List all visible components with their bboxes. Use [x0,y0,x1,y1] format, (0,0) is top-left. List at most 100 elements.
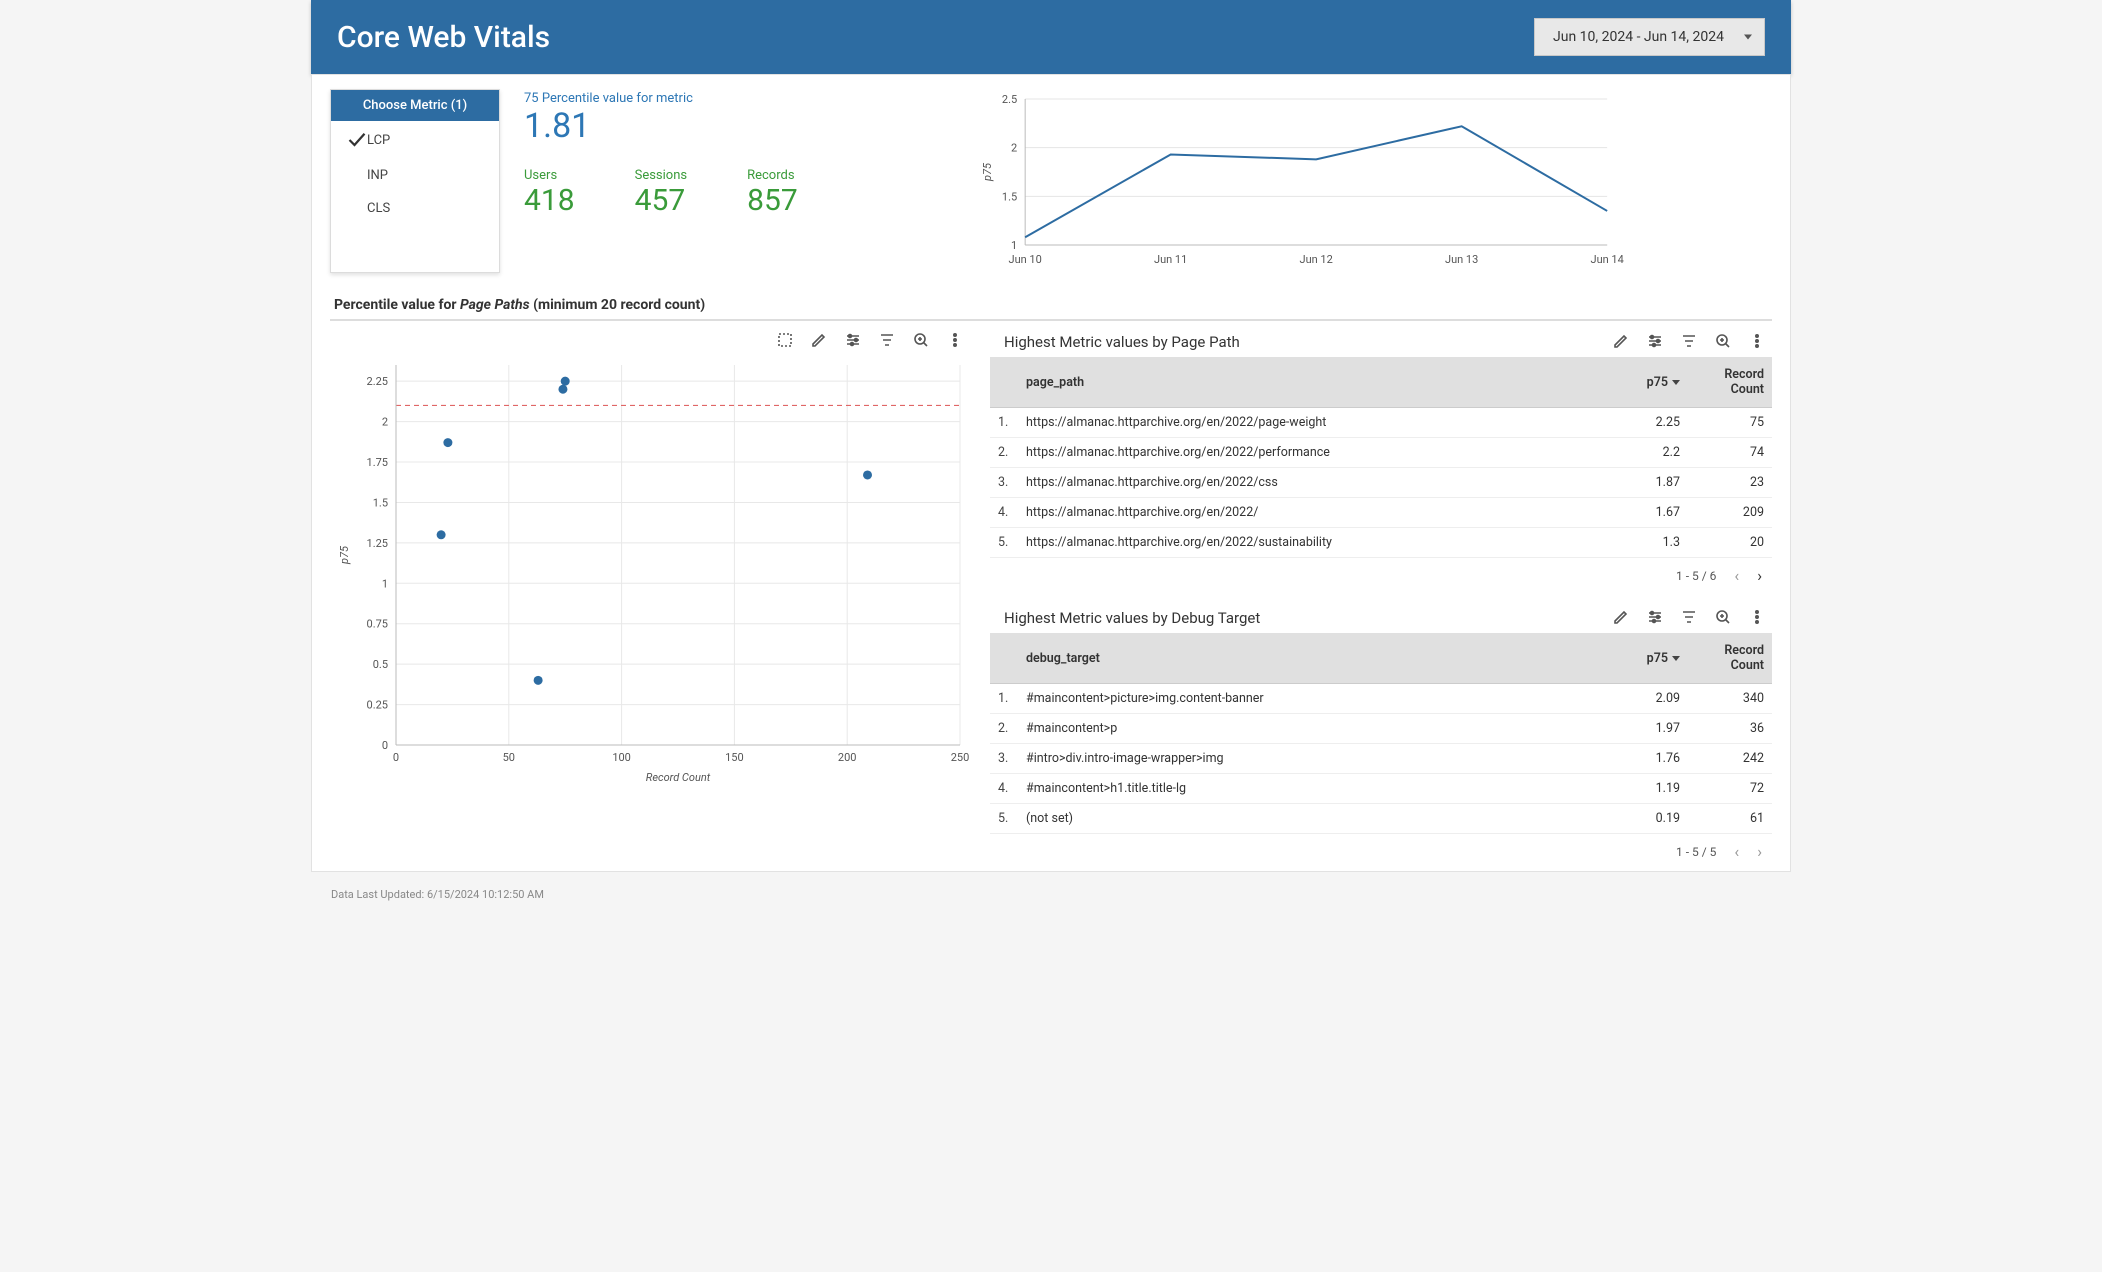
svg-text:0: 0 [382,739,388,752]
svg-text:100: 100 [612,751,631,764]
tune-icon[interactable] [1646,332,1664,350]
svg-text:1.75: 1.75 [367,456,388,469]
sessions-value: 457 [635,183,688,218]
row-count: 75 [1688,408,1772,438]
col-p75[interactable]: p75 [1618,633,1688,684]
row-path: https://almanac.httparchive.org/en/2022/ [1018,498,1618,528]
filter-icon[interactable] [878,331,896,349]
svg-text:0.75: 0.75 [367,618,388,631]
edit-icon[interactable] [1612,608,1630,626]
zoom-icon[interactable] [1714,608,1732,626]
svg-text:Jun 11: Jun 11 [1154,253,1187,266]
row-count: 242 [1688,744,1772,774]
metric-option-cls[interactable]: CLS [331,192,499,225]
row-p75: 1.19 [1618,774,1688,804]
p75-label: 75 Percentile value for metric [524,91,798,106]
row-count: 72 [1688,774,1772,804]
sessions-label: Sessions [635,168,688,183]
zoom-icon[interactable] [1714,332,1732,350]
row-p75: 2.2 [1618,438,1688,468]
pager-prev[interactable]: ‹ [1734,566,1739,585]
row-index: 3. [990,744,1018,774]
table-row[interactable]: 2.#maincontent>p1.9736 [990,714,1772,744]
svg-text:2.5: 2.5 [1002,93,1017,106]
svg-text:p75: p75 [981,162,994,182]
page-path-pager: 1 - 5 / 6 ‹ › [990,558,1772,587]
records-label: Records [747,168,798,183]
users-label: Users [524,168,575,183]
row-count: 20 [1688,528,1772,558]
row-index: 1. [990,684,1018,714]
metric-option-lcp[interactable]: LCP [331,121,499,159]
debug-target-table: debug_target p75 Record Count 1.#maincon… [990,633,1772,834]
table-row[interactable]: 3.https://almanac.httparchive.org/en/202… [990,468,1772,498]
select-area-icon[interactable] [776,331,794,349]
more-vert-icon[interactable] [1748,332,1766,350]
row-index: 2. [990,438,1018,468]
more-vert-icon[interactable] [946,331,964,349]
scatter-chart: 05010015020025000.250.50.7511.251.51.752… [330,355,970,785]
pager-next[interactable]: › [1757,842,1762,861]
svg-text:1.5: 1.5 [373,496,388,509]
row-p75: 2.25 [1618,408,1688,438]
svg-text:2.25: 2.25 [367,375,388,388]
date-range-picker[interactable]: Jun 10, 2024 - Jun 14, 2024 [1534,18,1765,56]
row-index: 3. [990,468,1018,498]
pager-prev[interactable]: ‹ [1734,842,1739,861]
row-p75: 1.97 [1618,714,1688,744]
tune-icon[interactable] [1646,608,1664,626]
section-title-post: (minimum 20 record count) [530,297,706,313]
pager-next[interactable]: › [1757,566,1762,585]
row-path: (not set) [1018,804,1618,834]
zoom-icon[interactable] [912,331,930,349]
records-value: 857 [747,183,798,218]
pager-range: 1 - 5 / 5 [1676,845,1716,859]
debug-target-table-block: Highest Metric values by Debug Target [990,605,1772,863]
row-path: #maincontent>picture>img.content-banner [1018,684,1618,714]
table-row[interactable]: 1.#maincontent>picture>img.content-banne… [990,684,1772,714]
svg-text:1: 1 [382,577,388,590]
page-path-table-block: Highest Metric values by Page Path [990,329,1772,587]
col-record-count[interactable]: Record Count [1688,357,1772,408]
page-title: Core Web Vitals [337,20,550,55]
tune-icon[interactable] [844,331,862,349]
svg-text:Jun 12: Jun 12 [1299,253,1332,266]
table-row[interactable]: 4.#maincontent>h1.title.title-lg1.1972 [990,774,1772,804]
svg-text:200: 200 [838,751,857,764]
table-row[interactable]: 3.#intro>div.intro-image-wrapper>img1.76… [990,744,1772,774]
divider [330,319,1772,321]
section-title: Percentile value for Page Paths (minimum… [334,297,1772,313]
col-record-count[interactable]: Record Count [1688,633,1772,684]
row-index: 4. [990,774,1018,804]
svg-text:2: 2 [1011,142,1017,155]
row-path: https://almanac.httparchive.org/en/2022/… [1018,528,1618,558]
row-path: https://almanac.httparchive.org/en/2022/… [1018,408,1618,438]
debug-target-pager: 1 - 5 / 5 ‹ › [990,834,1772,863]
svg-text:50: 50 [503,751,515,764]
section-title-em: Page Paths [460,297,530,313]
col-p75[interactable]: p75 [1618,357,1688,408]
svg-text:Jun 10: Jun 10 [1008,253,1041,266]
table-row[interactable]: 5.https://almanac.httparchive.org/en/202… [990,528,1772,558]
col-debug-target[interactable]: debug_target [1018,633,1618,684]
row-count: 209 [1688,498,1772,528]
row-count: 23 [1688,468,1772,498]
table-row[interactable]: 2.https://almanac.httparchive.org/en/202… [990,438,1772,468]
col-page-path[interactable]: page_path [1018,357,1618,408]
table-row[interactable]: 5.(not set)0.1961 [990,804,1772,834]
row-index: 5. [990,528,1018,558]
row-count: 74 [1688,438,1772,468]
table-row[interactable]: 1.https://almanac.httparchive.org/en/202… [990,408,1772,438]
svg-text:250: 250 [951,751,970,764]
more-vert-icon[interactable] [1748,608,1766,626]
metric-option-inp[interactable]: INP [331,159,499,192]
filter-icon[interactable] [1680,332,1698,350]
edit-icon[interactable] [810,331,828,349]
metric-selector-title: Choose Metric (1) [331,90,499,121]
p75-trend-chart: 11.522.5Jun 10Jun 11Jun 12Jun 13Jun 14p7… [822,89,1772,273]
table-row[interactable]: 4.https://almanac.httparchive.org/en/202… [990,498,1772,528]
metric-selector: Choose Metric (1) LCP INP CLS [330,89,500,273]
filter-icon[interactable] [1680,608,1698,626]
edit-icon[interactable] [1612,332,1630,350]
svg-text:0: 0 [393,751,399,764]
